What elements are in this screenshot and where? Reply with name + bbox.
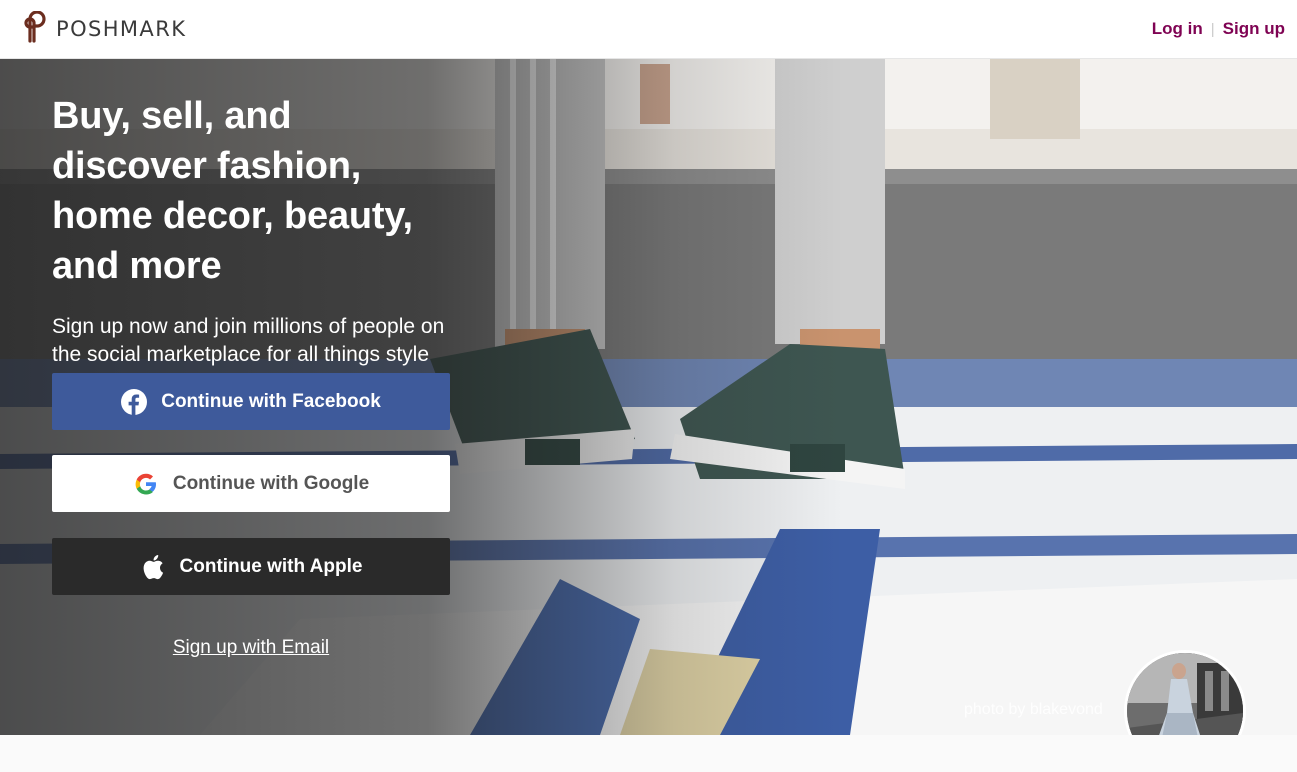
- facebook-icon: [121, 388, 148, 415]
- apple-button-label: Continue with Apple: [179, 555, 363, 577]
- continue-with-apple-button[interactable]: Continue with Apple: [52, 538, 450, 595]
- top-header: POSHMARK Log in | Sign up: [0, 0, 1297, 59]
- login-link[interactable]: Log in: [1148, 19, 1207, 39]
- avatar-photo: [1127, 653, 1243, 735]
- auth-separator: |: [1210, 20, 1215, 38]
- photo-credit: photo by blakevond: [964, 701, 1103, 718]
- facebook-button-label: Continue with Facebook: [161, 390, 381, 412]
- brand-logo[interactable]: POSHMARK: [20, 9, 187, 48]
- hero-text: Buy, sell, and discover fashion, home de…: [52, 91, 452, 369]
- auth-links: Log in | Sign up: [1148, 19, 1289, 39]
- apple-icon: [140, 554, 166, 580]
- page-footer-strip: [0, 735, 1297, 772]
- continue-with-google-button[interactable]: Continue with Google: [52, 455, 450, 512]
- hero-banner: Buy, sell, and discover fashion, home de…: [0, 59, 1297, 735]
- google-button-label: Continue with Google: [172, 472, 370, 494]
- hero-subtitle: Sign up now and join millions of people …: [52, 315, 445, 366]
- poshmark-logo-icon: [20, 9, 48, 48]
- google-icon: [133, 471, 159, 497]
- signup-link[interactable]: Sign up: [1219, 19, 1289, 39]
- continue-with-facebook-button[interactable]: Continue with Facebook: [52, 373, 450, 430]
- brand-name: POSHMARK: [56, 17, 187, 41]
- hero-title: Buy, sell, and discover fashion, home de…: [52, 95, 413, 287]
- sign-up-with-email-link[interactable]: Sign up with Email: [52, 637, 450, 659]
